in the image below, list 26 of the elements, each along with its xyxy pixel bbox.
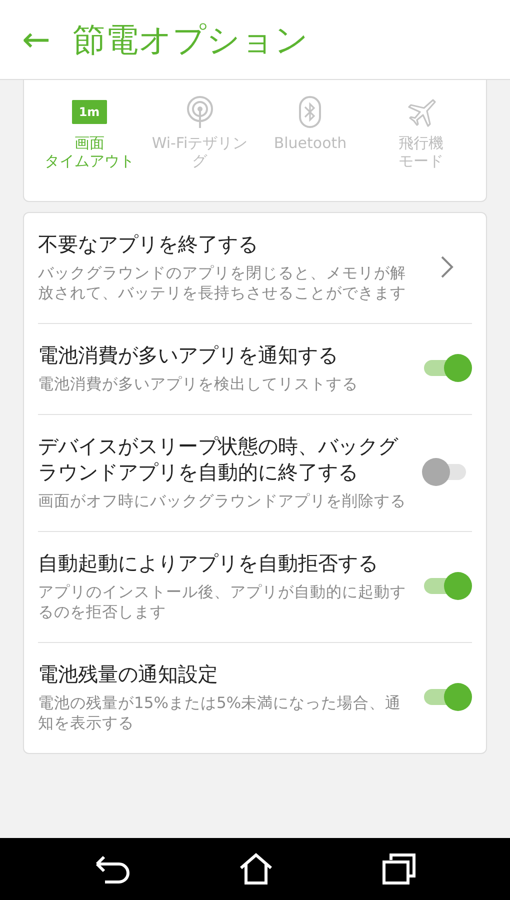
setting-title[interactable]: デバイスがスリープ状態の時、バックグラウンドアプリを自動的に終了する xyxy=(38,433,414,485)
timeout-badge: 1m xyxy=(72,100,107,124)
screen-title: 節電オプション xyxy=(72,18,308,61)
toggle-label: タイムアウト xyxy=(44,152,134,170)
bluetooth-icon xyxy=(299,96,322,128)
setting-description: バックグラウンドのアプリを閉じると、メモリが解放されて、バッテリを長持ちさせることができます xyxy=(38,263,407,303)
setting-description: 電池消費が多いアプリを検出してリストする xyxy=(38,374,359,394)
toggle-label: Wi-Fiテザリン xyxy=(152,134,248,152)
airplane-icon xyxy=(406,97,436,127)
setting-title[interactable]: 不要なアプリを終了する xyxy=(38,231,414,257)
chevron-right-icon[interactable] xyxy=(440,255,454,279)
hotspot-icon xyxy=(184,96,215,128)
setting-description: 画面がオフ時にバックグラウンドアプリを削除する xyxy=(38,491,407,511)
setting-title[interactable]: 電池消費が多いアプリを通知する xyxy=(38,342,414,368)
toggle-label: 飛行機 xyxy=(398,134,444,152)
toggle-switch[interactable] xyxy=(422,354,472,382)
setting-description: アプリのインストール後、アプリが自動的に起動するのを拒否します xyxy=(38,582,407,622)
setting-description: 電池の残量が15%または5%未満になった場合、通知を表示する xyxy=(38,693,402,733)
toggle-label: Bluetooth xyxy=(274,134,347,152)
toggle-label: グ xyxy=(192,152,208,170)
toggle-label: モード xyxy=(398,152,444,170)
toggle-switch[interactable] xyxy=(422,683,472,711)
toggle-switch[interactable] xyxy=(422,572,472,600)
toggle-label: 画面 xyxy=(74,134,104,152)
setting-title[interactable]: 自動起動によりアプリを自動拒否する xyxy=(38,550,414,576)
setting-title[interactable]: 電池残量の通知設定 xyxy=(38,661,414,687)
